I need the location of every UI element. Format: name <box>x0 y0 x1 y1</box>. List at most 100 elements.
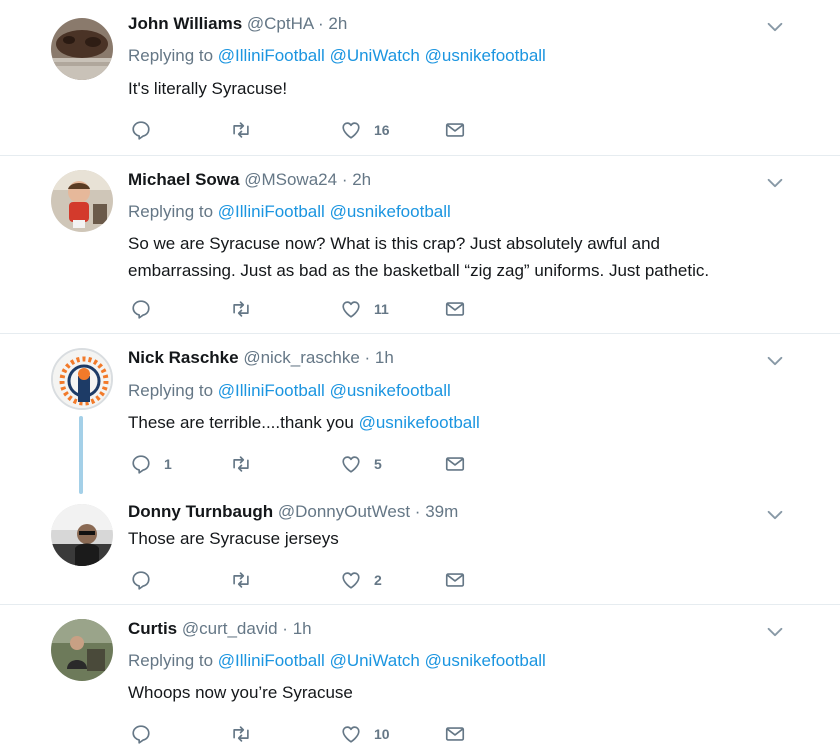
timestamp[interactable]: 39m <box>425 502 458 521</box>
direct-message-button[interactable] <box>444 721 466 747</box>
retweet-button[interactable] <box>230 296 252 322</box>
reply-button[interactable]: 1 <box>130 451 172 477</box>
avatar[interactable] <box>51 348 113 410</box>
direct-message-button[interactable] <box>444 296 466 322</box>
author-handle[interactable]: @CptHA <box>247 14 313 33</box>
envelope-icon <box>444 453 466 475</box>
author-handle[interactable]: @nick_raschke <box>243 348 359 367</box>
tweet-text: Those are Syracuse jerseys <box>128 525 808 552</box>
replying-to: Replying to @IlliniFootball @usnikefootb… <box>128 201 451 223</box>
avatar[interactable] <box>51 18 113 80</box>
author-name[interactable]: John Williams <box>128 14 242 33</box>
author-name[interactable]: Donny Turnbaugh <box>128 502 273 521</box>
like-button[interactable]: 11 <box>340 296 389 322</box>
separator-dot: · <box>341 170 348 189</box>
author-handle[interactable]: @DonnyOutWest <box>278 502 410 521</box>
like-count: 11 <box>374 301 389 317</box>
envelope-icon <box>444 723 466 745</box>
chevron-down-icon[interactable] <box>764 16 786 38</box>
avatar[interactable] <box>51 504 113 566</box>
mention-link[interactable]: @IlliniFootball <box>218 46 325 65</box>
mention-link[interactable]: @usnikefootball <box>425 651 546 670</box>
author-name[interactable]: Michael Sowa <box>128 170 239 189</box>
replying-to-label: Replying to <box>128 46 214 65</box>
mention-link[interactable]: @UniWatch <box>330 651 420 670</box>
retweet-icon <box>230 723 252 745</box>
mention-link[interactable]: @usnikefootball <box>425 46 546 65</box>
mention-link[interactable]: @IlliniFootball <box>218 651 325 670</box>
dog-avatar-image <box>51 18 113 80</box>
retweet-button[interactable] <box>230 721 252 747</box>
author-name[interactable]: Curtis <box>128 619 177 638</box>
tweet-actions: 10 <box>128 721 488 747</box>
envelope-icon <box>444 298 466 320</box>
author-handle[interactable]: @MSowa24 <box>244 170 337 189</box>
mention-link[interactable]: @usnikefootball <box>330 202 451 221</box>
replying-to-label: Replying to <box>128 651 214 670</box>
timestamp[interactable]: 2h <box>352 170 371 189</box>
direct-message-button[interactable] <box>444 451 466 477</box>
like-button[interactable]: 16 <box>340 117 390 143</box>
thread-line <box>79 416 83 494</box>
separator-dot: · <box>364 348 371 367</box>
tweet-text-line: It's literally Syracuse! <box>128 79 288 98</box>
author-name[interactable]: Nick Raschke <box>128 348 239 367</box>
mention-link[interactable]: @IlliniFootball <box>218 202 325 221</box>
like-count: 16 <box>374 122 390 138</box>
tweet-header: John Williams @CptHA · 2h <box>128 13 347 35</box>
tweet[interactable]: Nick Raschke @nick_raschke · 1h Replying… <box>0 334 840 494</box>
retweet-icon <box>230 453 252 475</box>
reply-icon <box>130 453 152 475</box>
timestamp[interactable]: 2h <box>328 14 347 33</box>
mention-link[interactable]: @IlliniFootball <box>218 381 325 400</box>
retweet-button[interactable] <box>230 567 252 593</box>
reply-button[interactable] <box>130 721 152 747</box>
reply-icon <box>130 298 152 320</box>
tweet-text: So we are Syracuse now? What is this cra… <box>128 230 808 284</box>
retweet-button[interactable] <box>230 117 252 143</box>
retweet-icon <box>230 298 252 320</box>
chevron-down-icon[interactable] <box>764 621 786 643</box>
tweet-header: Curtis @curt_david · 1h <box>128 618 312 640</box>
heart-icon <box>340 453 362 475</box>
outdoor-avatar-image <box>51 619 113 681</box>
avatar[interactable] <box>51 170 113 232</box>
tweet[interactable]: Curtis @curt_david · 1h Replying to @Ill… <box>0 605 840 753</box>
chevron-down-icon[interactable] <box>764 172 786 194</box>
heart-icon <box>340 723 362 745</box>
chevron-down-icon[interactable] <box>764 504 786 526</box>
replying-to-label: Replying to <box>128 381 214 400</box>
tweet[interactable]: Donny Turnbaugh @DonnyOutWest · 39m Thos… <box>0 490 840 605</box>
sunglasses-avatar-image <box>51 504 113 566</box>
author-handle[interactable]: @curt_david <box>182 619 278 638</box>
like-button[interactable]: 5 <box>340 451 382 477</box>
direct-message-button[interactable] <box>444 117 466 143</box>
replying-to: Replying to @IlliniFootball @UniWatch @u… <box>128 45 546 67</box>
like-count: 2 <box>374 572 382 588</box>
tweet-actions: 16 <box>128 117 488 143</box>
tweet-text: Whoops now you’re Syracuse <box>128 679 808 706</box>
retweet-button[interactable] <box>230 451 252 477</box>
mention-link[interactable]: @usnikefootball <box>359 413 480 432</box>
tweet[interactable]: Michael Sowa @MSowa24 · 2h Replying to @… <box>0 156 840 334</box>
mention-link[interactable]: @UniWatch <box>330 46 420 65</box>
reply-icon <box>130 569 152 591</box>
like-button[interactable]: 2 <box>340 567 382 593</box>
avatar[interactable] <box>51 619 113 681</box>
tweet[interactable]: John Williams @CptHA · 2h Replying to @I… <box>0 0 840 156</box>
envelope-icon <box>444 119 466 141</box>
timestamp[interactable]: 1h <box>375 348 394 367</box>
envelope-icon <box>444 569 466 591</box>
like-button[interactable]: 10 <box>340 721 390 747</box>
reply-button[interactable] <box>130 296 152 322</box>
reply-count: 1 <box>164 456 172 472</box>
tweet-text-line: These are terrible....thank you <box>128 413 359 432</box>
timestamp[interactable]: 1h <box>293 619 312 638</box>
tweet-text: It's literally Syracuse! <box>128 75 808 102</box>
direct-message-button[interactable] <box>444 567 466 593</box>
separator-dot: · <box>318 14 324 33</box>
chevron-down-icon[interactable] <box>764 350 786 372</box>
reply-button[interactable] <box>130 117 152 143</box>
reply-button[interactable] <box>130 567 152 593</box>
mention-link[interactable]: @usnikefootball <box>330 381 451 400</box>
